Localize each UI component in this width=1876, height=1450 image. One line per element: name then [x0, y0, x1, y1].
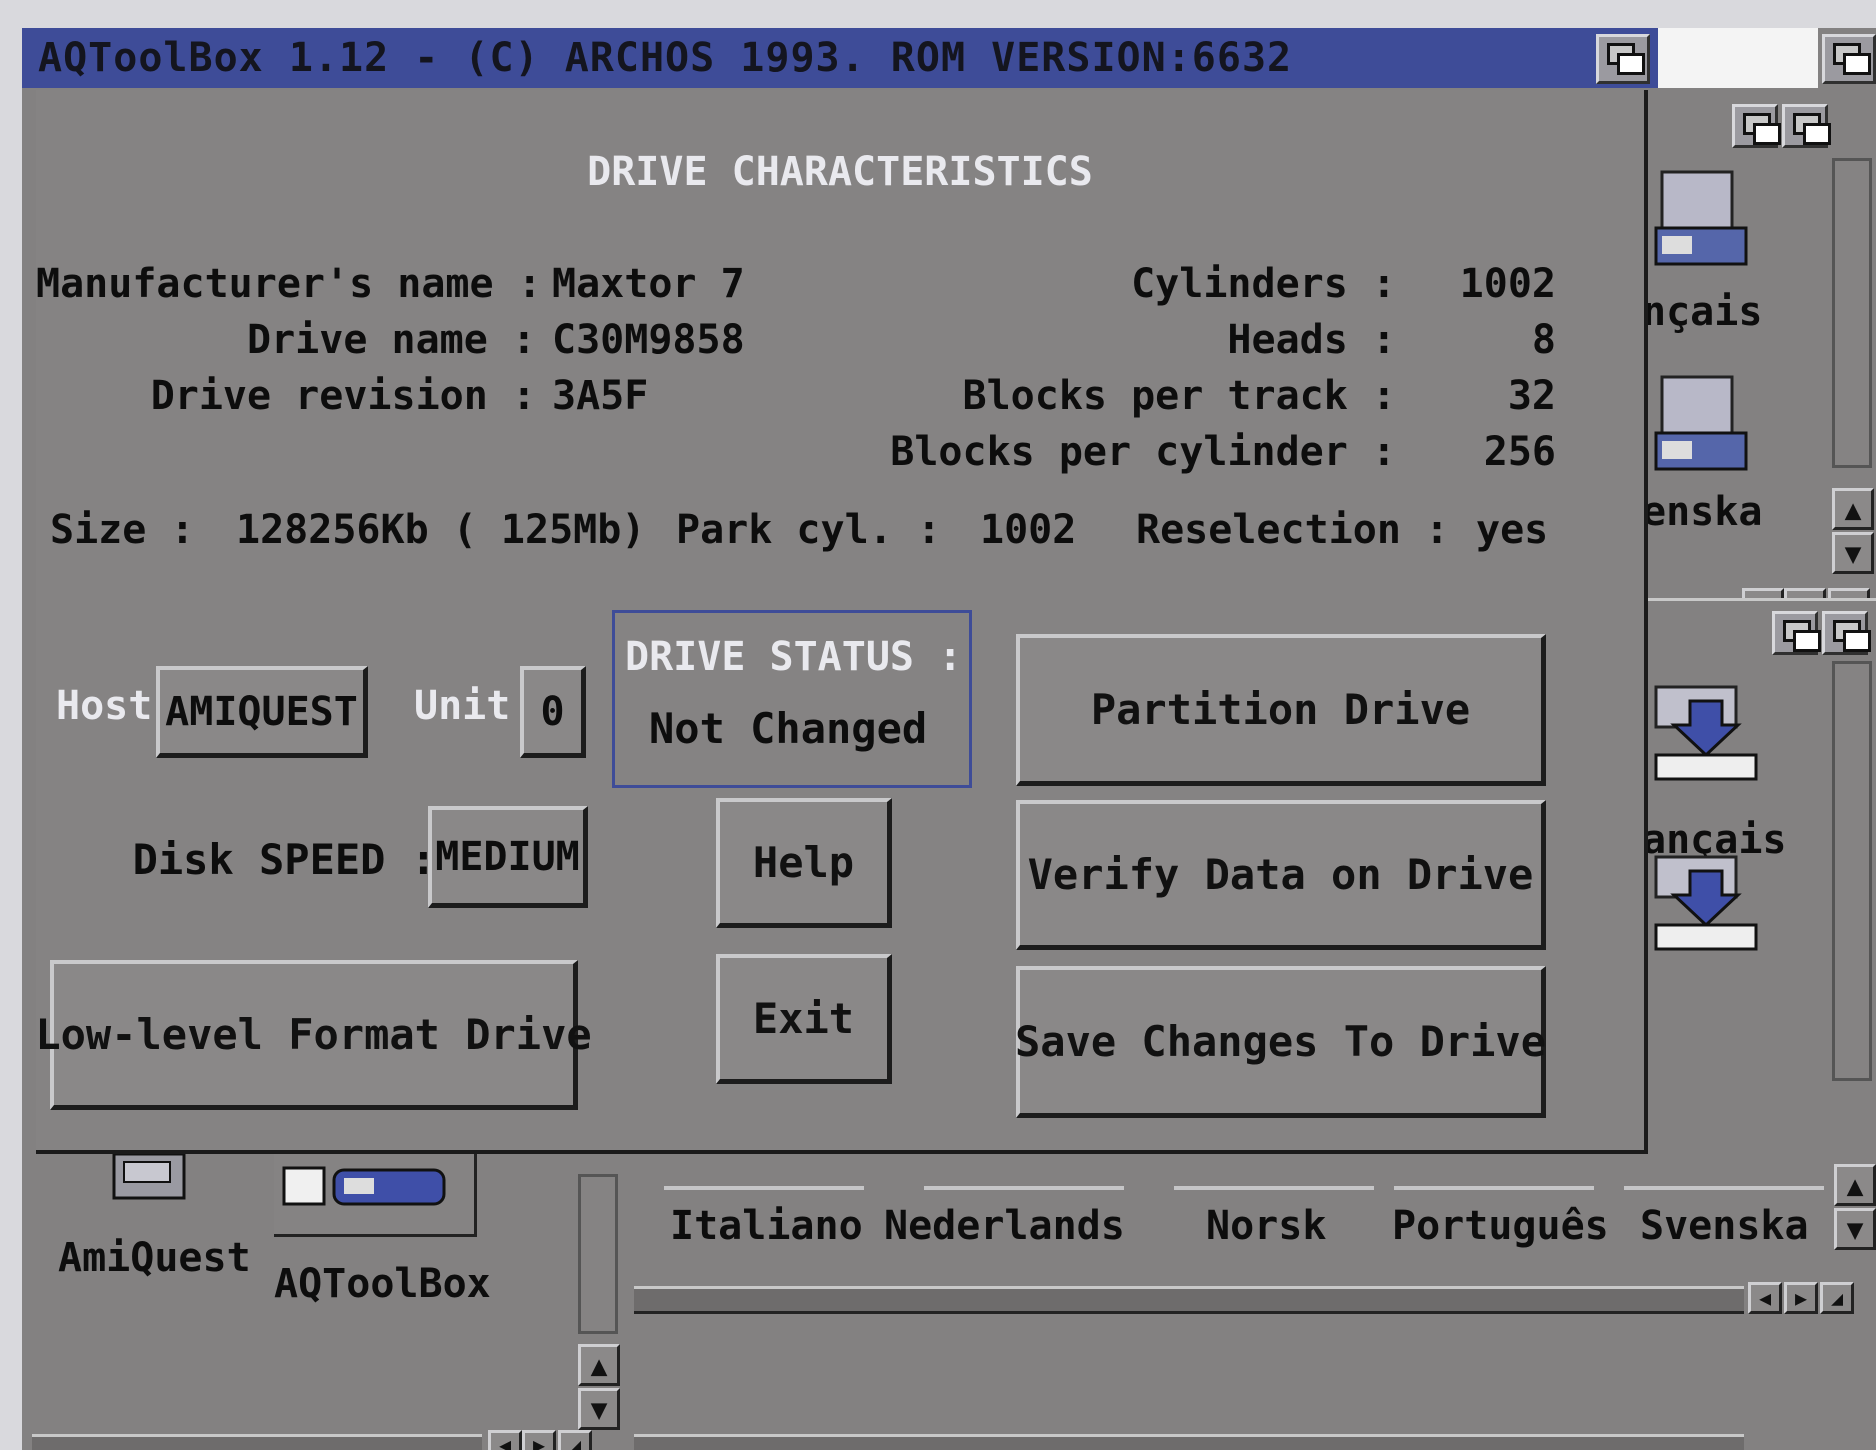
- host-value: AMIQUEST: [165, 688, 358, 735]
- window-title-bar[interactable]: AQToolBox 1.12 - (C) ARCHOS 1993. ROM VE…: [22, 28, 1670, 88]
- disk-speed-cycle-button[interactable]: MEDIUM: [428, 806, 588, 908]
- park-cyl-value: 1002: [980, 507, 1077, 553]
- arrow-up-icon[interactable]: ▲: [578, 1344, 620, 1386]
- tab-divider: [1624, 1186, 1824, 1190]
- depth-gadget-icon[interactable]: [1732, 104, 1781, 148]
- arrow-down-icon[interactable]: ▼: [578, 1388, 620, 1430]
- low-level-format-label: Low-level Format Drive: [35, 1010, 592, 1059]
- blocks-per-cylinder-label: Blocks per cylinder :: [890, 429, 1396, 475]
- drawer-label: AQToolBox: [274, 1261, 491, 1307]
- unit-value: 0: [540, 688, 565, 735]
- manufacturer-value: Maxtor 7: [552, 261, 745, 307]
- language-item-nederlands[interactable]: Nederlands: [884, 1202, 1125, 1250]
- blocks-per-cylinder-value: 256: [1483, 429, 1556, 475]
- horizontal-scrollbar[interactable]: [634, 1286, 1744, 1314]
- arrow-up-icon[interactable]: ▲: [1834, 1164, 1876, 1206]
- vertical-scrollbar[interactable]: [1832, 158, 1872, 468]
- depth-gadget-icon[interactable]: [1822, 611, 1871, 655]
- drive-characteristics-dialog: DRIVE CHARACTERISTICS Manufacturer's nam…: [35, 90, 1648, 1154]
- arrow-up-icon[interactable]: ▲: [1832, 488, 1874, 530]
- partition-drive-label: Partition Drive: [1090, 685, 1471, 734]
- verify-data-label: Verify Data on Drive: [1027, 850, 1534, 899]
- horizontal-scrollbar[interactable]: [32, 1434, 482, 1450]
- locale-label: nçais: [1642, 289, 1763, 335]
- cylinders-label: Cylinders :: [1131, 261, 1396, 307]
- exit-label: Exit: [752, 994, 855, 1043]
- arrow-left-icon[interactable]: ◀: [1748, 1282, 1782, 1314]
- locale-icon[interactable]: [1652, 373, 1748, 483]
- save-changes-button[interactable]: Save Changes To Drive: [1015, 966, 1547, 1118]
- resize-icon[interactable]: ◢: [558, 1430, 592, 1450]
- drawer-label: AmiQuest: [58, 1235, 251, 1281]
- drive-status-value: Not Changed: [649, 704, 928, 753]
- blocks-per-track-label: Blocks per track :: [962, 373, 1396, 419]
- drive-name-label: Drive name :: [247, 317, 536, 363]
- save-changes-label: Save Changes To Drive: [1015, 1017, 1547, 1066]
- screen-depth-gadget-icon[interactable]: [1822, 34, 1876, 84]
- unit-cycle-button[interactable]: 0: [520, 666, 586, 758]
- reselection-value: yes: [1476, 507, 1549, 553]
- resize-icon[interactable]: ◢: [1820, 1282, 1854, 1314]
- amiquest-drawer-icon[interactable]: [110, 1152, 190, 1204]
- manufacturer-label: Manufacturer's name :: [36, 261, 542, 307]
- disk-drive-icon[interactable]: [1652, 681, 1758, 791]
- park-cyl-label: Park cyl. :: [676, 507, 941, 553]
- exit-button[interactable]: Exit: [716, 954, 892, 1084]
- language-item-norsk[interactable]: Norsk: [1206, 1202, 1326, 1250]
- blocks-per-track-value: 32: [1507, 373, 1556, 419]
- language-item-portugues[interactable]: Português: [1392, 1202, 1609, 1250]
- arrow-left-icon[interactable]: ◀: [488, 1430, 522, 1450]
- disk-speed-value: MEDIUM: [435, 833, 580, 880]
- heads-value: 8: [1531, 317, 1556, 363]
- tab-divider: [924, 1186, 1124, 1190]
- drive-revision-label: Drive revision :: [150, 373, 536, 419]
- drive-status-label: DRIVE STATUS :: [625, 634, 963, 680]
- background-window-bottom-right: Italiano Nederlands Norsk Português Sven…: [634, 1154, 1876, 1450]
- vertical-scrollbar[interactable]: [1832, 661, 1872, 1081]
- host-cycle-button[interactable]: AMIQUEST: [156, 666, 368, 758]
- unit-label: Unit: [414, 683, 511, 729]
- disk-speed-label: Disk SPEED :: [132, 835, 436, 884]
- dialog-heading: DRIVE CHARACTERISTICS: [587, 149, 1093, 195]
- background-window-right-top: nçais enska ▲ ▼ ◀ ▶ ◢: [1632, 88, 1876, 630]
- locale-icon[interactable]: [1652, 168, 1748, 278]
- drive-revision-value: 3A5F: [552, 373, 649, 419]
- background-window-right-bottom: ançais: [1632, 598, 1876, 1161]
- language-item-italiano[interactable]: Italiano: [670, 1202, 863, 1250]
- depth-gadget-icon[interactable]: [1596, 34, 1650, 84]
- arrow-down-icon[interactable]: ▼: [1834, 1208, 1876, 1250]
- help-button[interactable]: Help: [716, 798, 892, 928]
- vertical-scrollbar[interactable]: [578, 1174, 618, 1334]
- drive-name-value: C30M9858: [552, 317, 745, 363]
- arrow-down-icon[interactable]: ▼: [1832, 532, 1874, 574]
- heads-label: Heads :: [1227, 317, 1396, 363]
- drive-status-box: DRIVE STATUS : Not Changed: [612, 610, 972, 788]
- horizontal-scrollbar[interactable]: [634, 1434, 1744, 1450]
- background-window-bottom-left: AmiQuest AQToolBox ▲ ▼ ◀ ▶ ◢: [22, 1152, 634, 1450]
- partition-drive-button[interactable]: Partition Drive: [1016, 634, 1546, 786]
- locale-label: enska: [1642, 489, 1763, 535]
- arrow-right-icon[interactable]: ▶: [1784, 1282, 1818, 1314]
- tab-divider: [664, 1186, 864, 1190]
- workbench-screen: nçais enska ▲ ▼ ◀ ▶ ◢ ançais AmiQuest AQ…: [22, 28, 1876, 1450]
- reselection-label: Reselection :: [1136, 507, 1450, 553]
- size-label: Size :: [50, 507, 195, 553]
- host-label: Host: [56, 683, 153, 729]
- help-label: Help: [752, 838, 855, 887]
- size-value: 128256Kb ( 125Mb): [236, 507, 646, 553]
- tab-divider: [1394, 1186, 1594, 1190]
- depth-gadget-icon[interactable]: [1772, 611, 1821, 655]
- screen-title-area: [1658, 28, 1818, 88]
- low-level-format-button[interactable]: Low-level Format Drive: [35, 960, 592, 1110]
- depth-gadget-icon[interactable]: [1782, 104, 1831, 148]
- verify-data-button[interactable]: Verify Data on Drive: [1016, 800, 1546, 950]
- cylinders-value: 1002: [1459, 261, 1556, 307]
- aqtoolbox-tool-icon[interactable]: [274, 1154, 477, 1237]
- window-title: AQToolBox 1.12 - (C) ARCHOS 1993. ROM VE…: [38, 35, 1293, 81]
- disk-drive-icon[interactable]: [1652, 851, 1758, 961]
- arrow-right-icon[interactable]: ▶: [522, 1430, 556, 1450]
- language-item-svenska[interactable]: Svenska: [1640, 1202, 1809, 1250]
- tab-divider: [1174, 1186, 1374, 1190]
